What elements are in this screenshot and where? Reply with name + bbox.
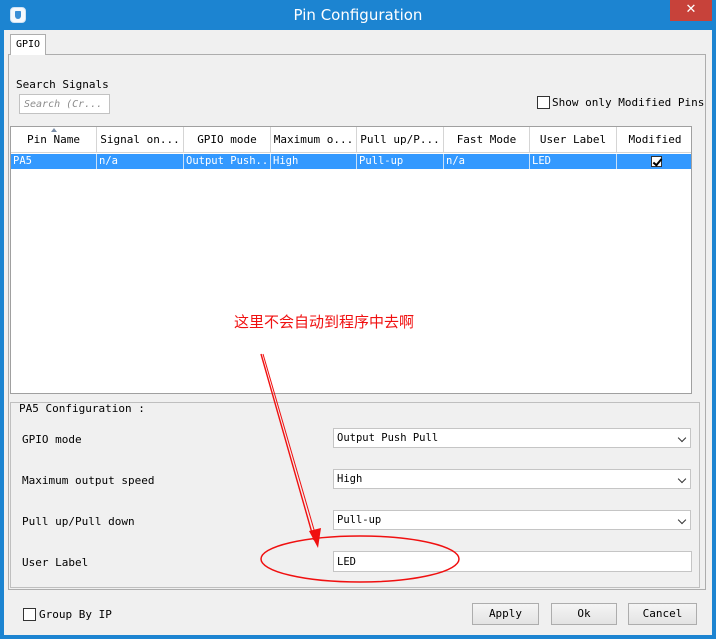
dialog-body: GPIO Search Signals Show only Modified P…	[4, 30, 712, 635]
cell-signal: n/a	[97, 154, 184, 169]
window-title: Pin Configuration	[293, 6, 423, 24]
gpio-mode-select[interactable]: Output Push Pull	[333, 428, 691, 448]
sort-ascending-icon	[51, 128, 57, 132]
table-header: Pin Name Signal on... GPIO mode Maximum …	[11, 127, 691, 153]
gpio-mode-label: GPIO mode	[22, 433, 82, 446]
search-label: Search Signals	[16, 78, 109, 91]
column-header-pull[interactable]: Pull up/P...	[357, 127, 444, 152]
column-header-fast-mode[interactable]: Fast Mode	[444, 127, 530, 152]
cell-fast-mode: n/a	[444, 154, 530, 169]
cell-max-speed: High	[271, 154, 357, 169]
show-modified-checkbox[interactable]	[537, 96, 550, 109]
checkmark-icon[interactable]	[650, 156, 662, 167]
annotation-text: 这里不会自动到程序中去啊	[234, 313, 415, 331]
table-row[interactable]: PA5 n/a Output Push... High Pull-up n/a …	[11, 154, 691, 169]
pull-label: Pull up/Pull down	[22, 515, 135, 528]
column-header-max-speed[interactable]: Maximum o...	[271, 127, 357, 152]
column-header-signal[interactable]: Signal on...	[97, 127, 184, 152]
tab-gpio[interactable]: GPIO	[10, 34, 46, 55]
close-button[interactable]: ✕	[670, 0, 712, 21]
chevron-down-icon	[677, 515, 687, 525]
close-icon: ✕	[685, 2, 697, 17]
apply-button[interactable]: Apply	[472, 603, 539, 625]
group-by-ip-label: Group By IP	[39, 608, 112, 621]
search-input[interactable]	[19, 94, 110, 114]
ok-button[interactable]: Ok	[551, 603, 617, 625]
column-header-gpio-mode[interactable]: GPIO mode	[184, 127, 271, 152]
cell-pin-name: PA5	[11, 154, 97, 169]
max-speed-label: Maximum output speed	[22, 474, 155, 487]
cell-user-label: LED	[530, 154, 617, 169]
column-header-pin-name[interactable]: Pin Name	[11, 127, 97, 152]
user-label-input[interactable]	[333, 551, 692, 572]
cancel-button[interactable]: Cancel	[628, 603, 697, 625]
column-header-modified[interactable]: Modified	[617, 127, 691, 152]
show-modified-label: Show only Modified Pins	[552, 96, 705, 109]
cell-modified[interactable]	[617, 154, 691, 169]
chevron-down-icon	[677, 433, 687, 443]
cell-pull: Pull-up	[357, 154, 444, 169]
pull-select[interactable]: Pull-up	[333, 510, 691, 530]
pin-table[interactable]: Pin Name Signal on... GPIO mode Maximum …	[10, 126, 692, 394]
chevron-down-icon	[677, 474, 687, 484]
user-label-label: User Label	[22, 556, 89, 569]
column-header-user-label[interactable]: User Label	[530, 127, 617, 152]
cell-gpio-mode: Output Push...	[186, 154, 271, 169]
group-by-ip-checkbox[interactable]	[23, 608, 36, 621]
max-speed-select[interactable]: High	[333, 469, 691, 489]
config-title: PA5 Configuration :	[19, 402, 145, 415]
